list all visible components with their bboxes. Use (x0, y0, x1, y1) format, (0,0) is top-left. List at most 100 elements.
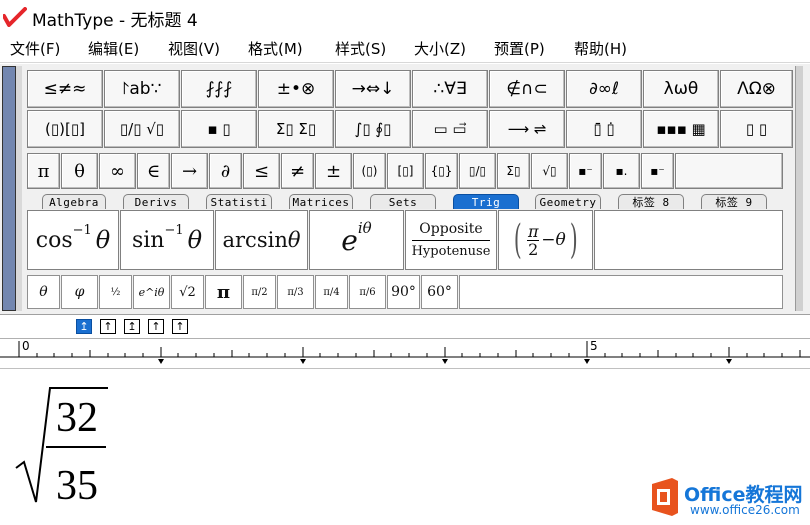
template-complement-button[interactable]: ( π 2 −θ ) (498, 210, 593, 270)
ruler[interactable]: 0 5 (0, 338, 810, 368)
tab-geometry[interactable]: Geometry (535, 194, 601, 209)
tab-derivs[interactable]: Derivs (123, 194, 189, 209)
menu-edit[interactable]: 编辑(E) (88, 38, 139, 59)
palette-relations-button[interactable]: ≤≠≈ (27, 70, 103, 108)
tab-statistics[interactable]: Statisti (206, 194, 272, 209)
template-brackets-button[interactable]: [▯] (387, 153, 424, 189)
template-superscript-button[interactable]: ▪⁻ (569, 153, 602, 189)
template-sin-theta: θ (187, 226, 203, 254)
equation-fraction: 32 35 (45, 385, 109, 507)
symbol-leq-button[interactable]: ≤ (243, 153, 280, 189)
template-arccos-power-button[interactable]: cos −1 θ (27, 210, 119, 270)
template-two-text: 2 (528, 239, 539, 259)
menu-view[interactable]: 视图(V) (168, 38, 220, 59)
tab-label-8[interactable]: 标签 8 (618, 194, 684, 209)
palette-greek-upper-button[interactable]: ΛΩ⊗ (720, 70, 793, 108)
template-arcsin-button[interactable]: arcsin θ (215, 210, 308, 270)
template-exponential-button[interactable]: e iθ (309, 210, 404, 270)
small-pi-over-4-button[interactable]: π/4 (315, 275, 348, 309)
size-bar: ↥ ↑ ↥ ↑ ↑ (0, 314, 810, 338)
template-braces-button[interactable]: {▯} (425, 153, 458, 189)
tab-matrices[interactable]: Matrices (289, 194, 353, 209)
symbol-plus-minus-button[interactable]: ± (315, 153, 352, 189)
tab-algebra[interactable]: Algebra (42, 194, 106, 209)
menu-file[interactable]: 文件(F) (10, 38, 60, 59)
tab-trig[interactable]: Trig (453, 194, 519, 209)
small-60-degrees-button[interactable]: 60° (421, 275, 458, 309)
small-pi-over-2-button[interactable]: π/2 (243, 275, 276, 309)
template-sum-button[interactable]: Σ▯ (497, 153, 530, 189)
palette-arrows-button[interactable]: →⇔↓ (335, 70, 411, 108)
template-sin-exponent: −1 (164, 222, 184, 238)
palette-sets-button[interactable]: ∉∩⊂ (489, 70, 565, 108)
small-pi-button[interactable]: π (205, 275, 242, 309)
small-90-degrees-button[interactable]: 90° (387, 275, 420, 309)
equation-numerator: 32 (56, 395, 98, 441)
toolbar-grip[interactable] (2, 66, 16, 311)
size-symbol-button[interactable]: ↑ (148, 319, 164, 334)
template-exp-power: iθ (357, 219, 372, 237)
small-phi-button[interactable]: φ (61, 275, 98, 309)
palette-operators-button[interactable]: ±•⊗ (258, 70, 334, 108)
palette-integrals-button[interactable]: ∫▯ ∮▯ (335, 110, 411, 148)
tab-sets[interactable]: Sets (370, 194, 436, 209)
menu-bar: 文件(F) 编辑(E) 视图(V) 格式(M) 样式(S) 大小(Z) 预置(P… (0, 35, 810, 63)
size-subscript-button[interactable]: ↑ (100, 319, 116, 334)
template-sub-superscript-button[interactable]: ▪⁻ (641, 153, 674, 189)
symbol-theta-button[interactable]: θ (61, 153, 98, 189)
palette-labeled-arrows-button[interactable]: ⟶ ⇌ (489, 110, 565, 148)
menu-format[interactable]: 格式(M) (248, 38, 303, 59)
palette-summation-button[interactable]: Σ▯ Σ▯ (258, 110, 334, 148)
ruler-ticks (0, 341, 810, 364)
template-ratio-button[interactable]: Opposite Hypotenuse (405, 210, 497, 270)
menu-help[interactable]: 帮助(H) (574, 38, 627, 59)
template-opposite-text: Opposite (419, 220, 483, 237)
palette-logic-button[interactable]: ∴∀∃ (412, 70, 488, 108)
size-sub-subscript-button[interactable]: ↥ (124, 319, 140, 334)
size-sub-symbol-button[interactable]: ↑ (172, 319, 188, 334)
template-fraction-button[interactable]: ▯/▯ (459, 153, 496, 189)
tab-label-9[interactable]: 标签 9 (701, 194, 767, 209)
template-parentheses-button[interactable]: (▯) (353, 153, 386, 189)
small-theta-button[interactable]: θ (27, 275, 60, 309)
palette-misc-button[interactable]: ∂∞ℓ (566, 70, 642, 108)
watermark-url: www.office26.com (690, 503, 800, 517)
menu-style[interactable]: 样式(S) (335, 38, 386, 59)
small-sqrt2-button[interactable]: √2 (171, 275, 204, 309)
palette-matrices-button[interactable]: ▪▪▪ ▦ (643, 110, 719, 148)
palette-fences-button[interactable]: (▯)[▯] (27, 110, 103, 148)
template-hypotenuse-text: Hypotenuse (411, 243, 491, 259)
mathtype-window: MathType - 无标题 4 文件(F) 编辑(E) 视图(V) 格式(M)… (0, 0, 810, 525)
template-arcsin-text: arcsin (222, 228, 288, 252)
menu-size[interactable]: 大小(Z) (414, 38, 466, 59)
small-empty-slot (459, 275, 783, 309)
symbol-neq-button[interactable]: ≠ (281, 153, 314, 189)
small-half-button[interactable]: ½ (99, 275, 132, 309)
template-subscript-button[interactable]: ▪. (603, 153, 640, 189)
palette-fractions-button[interactable]: ▯/▯ √▯ (104, 110, 180, 148)
symbol-infinity-button[interactable]: ∞ (99, 153, 136, 189)
symbol-element-of-button[interactable]: ∈ (137, 153, 170, 189)
size-full-button[interactable]: ↥ (76, 319, 92, 334)
symbol-pi-button[interactable]: π (27, 153, 60, 189)
small-exp-i-theta-button[interactable]: e^iθ (133, 275, 170, 309)
template-minus-theta: −θ (541, 230, 566, 250)
symbol-partial-button[interactable]: ∂ (209, 153, 242, 189)
palette-scripts-button[interactable]: ▪ ▯ (181, 110, 257, 148)
palette-products-button[interactable]: ▯̄ ▯̇ (566, 110, 642, 148)
symbol-right-arrow-button[interactable]: → (171, 153, 208, 189)
menu-preferences[interactable]: 预置(P) (494, 38, 545, 59)
palette-bars-button[interactable]: ▭ ▭⃗ (412, 110, 488, 148)
palette-spaces-button[interactable]: ⨡ab∵ (104, 70, 180, 108)
template-exp-base: e (341, 223, 358, 257)
small-pi-over-6-button[interactable]: π/6 (349, 275, 386, 309)
small-pi-over-3-button[interactable]: π/3 (277, 275, 314, 309)
template-arcsin-power-button[interactable]: sin −1 θ (120, 210, 214, 270)
template-right-paren: ) (569, 217, 578, 263)
palette-greek-lower-button[interactable]: λωθ (643, 70, 719, 108)
toolbar-grip-shadow (16, 66, 22, 311)
palette-embellishments-button[interactable]: ⨏⨏⨏ (181, 70, 257, 108)
title-bar: MathType - 无标题 4 (0, 0, 810, 35)
palette-boxes-button[interactable]: ▯ ▯ (720, 110, 793, 148)
template-sqrt-button[interactable]: √▯ (531, 153, 568, 189)
